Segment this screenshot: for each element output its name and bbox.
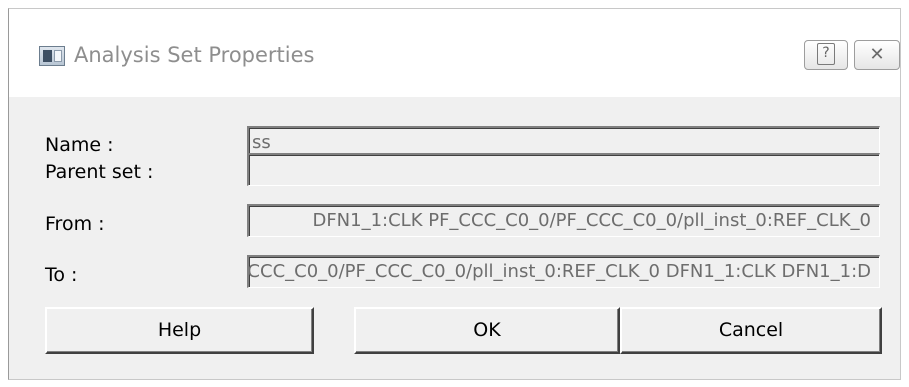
title-bar[interactable]: Analysis Set Properties ? ✕ xyxy=(9,9,900,89)
to-field[interactable]: PF_CCC_C0_0/PF_CCC_C0_0/pll_inst_0:REF_C… xyxy=(247,255,880,288)
from-field-value: DFN1_1:CLK PF_CCC_C0_0/PF_CCC_C0_0/pll_i… xyxy=(312,210,871,231)
to-field-value: PF_CCC_C0_0/PF_CCC_C0_0/pll_inst_0:REF_C… xyxy=(247,261,871,282)
question-mark-icon: ? xyxy=(817,42,835,65)
parent-set-field[interactable] xyxy=(247,153,880,186)
close-button[interactable]: ✕ xyxy=(854,40,900,70)
close-icon: ✕ xyxy=(869,44,885,65)
from-field[interactable]: DFN1_1:CLK PF_CCC_C0_0/PF_CCC_C0_0/pll_i… xyxy=(247,204,880,237)
cancel-button[interactable]: Cancel xyxy=(620,307,882,354)
parent-set-label: Parent set : xyxy=(45,161,154,183)
from-label: From : xyxy=(45,213,105,235)
window-title: Analysis Set Properties xyxy=(74,43,315,67)
name-label: Name : xyxy=(45,134,114,156)
window-icon xyxy=(39,46,65,66)
context-help-button[interactable]: ? xyxy=(804,40,848,70)
ok-button[interactable]: OK xyxy=(354,307,620,354)
name-field-value: ss xyxy=(252,132,271,153)
to-label: To : xyxy=(45,264,78,286)
help-button[interactable]: Help xyxy=(45,307,314,354)
